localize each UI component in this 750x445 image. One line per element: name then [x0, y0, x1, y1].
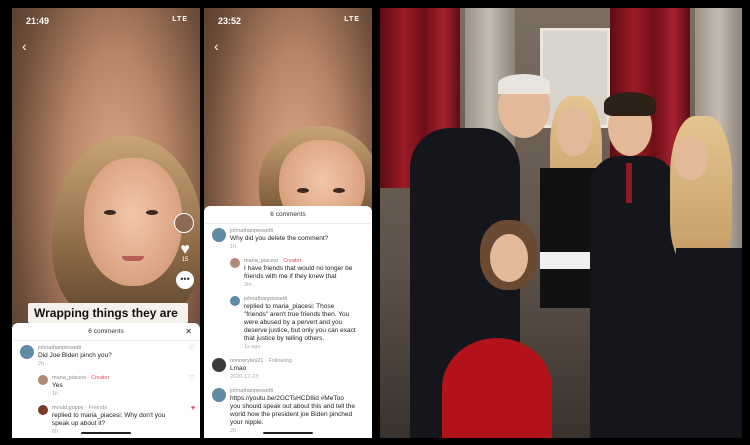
home-indicator	[81, 432, 131, 434]
man-hair	[498, 74, 550, 94]
comment-text: Yes	[52, 382, 63, 389]
heart-outline-icon[interactable]: ♡	[189, 345, 195, 353]
comment-user[interactable]: noonerytes21	[230, 358, 263, 364]
event-photo	[380, 8, 742, 438]
comment-item[interactable]: johnathanpessetti replied to maria_piace…	[204, 292, 372, 354]
comment-item[interactable]: maria_piacesi · Creator Yes 1h ♡	[12, 371, 200, 401]
comments-count: 6 comments	[270, 211, 306, 218]
comments-header: 6 comments ✕	[12, 323, 200, 341]
comment-text: I have friends that would no longer be f…	[244, 265, 353, 280]
comment-text: https://youtu.be/2GCTsHCD8id #MeToo you …	[230, 395, 356, 426]
comment-text: Did Joe Biden pinch you?	[38, 352, 112, 359]
avatar[interactable]	[38, 405, 48, 415]
signal-indicator: LTE	[344, 16, 360, 23]
comment-text: Why did you delete the comment?	[230, 235, 329, 242]
comment-text: Lmao	[230, 365, 247, 372]
status-time: 21:49	[26, 16, 50, 26]
status-time: 23:52	[218, 16, 242, 26]
comment-user[interactable]: johnathanpessetti	[38, 345, 81, 351]
child-face	[490, 234, 528, 282]
comment-item[interactable]: johnathanpessetti https://youtu.be/2GCTs…	[204, 384, 372, 438]
comment-user[interactable]: mould.guppy	[52, 405, 84, 411]
avatar[interactable]	[212, 388, 226, 402]
heart-outline-icon[interactable]: ♡	[189, 375, 195, 383]
avatar[interactable]	[212, 228, 226, 242]
tiktok-screenshot-right: 23:52 LTE ‹ 6 comments johnathanpessetti…	[204, 8, 372, 438]
comment-user[interactable]: johnathanpessetti	[244, 296, 287, 302]
comments-sheet: 6 comments ✕ johnathanpessetti Did Joe B…	[12, 323, 200, 438]
status-bar: 23:52 LTE	[204, 16, 372, 30]
comment-item[interactable]: johnathanpessetti Did Joe Biden pinch yo…	[12, 341, 200, 371]
comments-sheet: 6 comments johnathanpessetti Why did you…	[204, 206, 372, 438]
signal-indicator: LTE	[172, 16, 188, 23]
boy-tie	[626, 163, 632, 203]
comment-date: 2020-12-23	[230, 374, 259, 380]
avatar[interactable]	[230, 258, 240, 268]
comment-user[interactable]: johnathanpessetti	[230, 228, 273, 234]
comment-item[interactable]: johnathanpessetti Why did you delete the…	[204, 224, 372, 254]
tiktok-screenshot-left: 21:49 LTE ‹ ♥ 15 ••• Wrapping things the…	[12, 8, 200, 438]
creator-tag: · Creator	[87, 375, 110, 381]
like-count: 15	[181, 257, 189, 263]
friends-tag: · Friends	[85, 405, 108, 411]
comment-date: 1h	[230, 244, 237, 250]
comment-date: 1s ago	[244, 344, 261, 350]
comment-text: replied to maria_piacesi: Those "friends…	[244, 303, 356, 342]
back-arrow-icon[interactable]: ‹	[214, 38, 219, 54]
comment-date: 2m	[244, 282, 252, 288]
blonde-woman-hair	[670, 116, 732, 266]
red-dress	[442, 338, 552, 438]
comment-item[interactable]: noonerytes21 · Following Lmao 2020-12-23	[204, 354, 372, 384]
creator-tag: · Creator	[279, 258, 302, 264]
close-icon[interactable]: ✕	[185, 323, 192, 341]
comment-text: replied to maria_piacesi: Why don't you …	[52, 412, 166, 427]
avatar[interactable]	[38, 375, 48, 385]
composite-image: 21:49 LTE ‹ ♥ 15 ••• Wrapping things the…	[0, 0, 750, 445]
avatar[interactable]	[230, 296, 240, 306]
boy-suit	[590, 156, 676, 438]
comment-user[interactable]: maria_piacesi	[244, 258, 278, 264]
comments-count: 6 comments	[88, 328, 124, 335]
comment-date: 1h	[52, 391, 59, 397]
heart-filled-icon[interactable]: ♥	[191, 405, 195, 413]
comment-date: 2h	[38, 361, 45, 367]
blonde-woman-face	[674, 136, 708, 180]
back-arrow-icon[interactable]: ‹	[22, 38, 27, 54]
more-icon[interactable]: •••	[176, 271, 194, 289]
comment-item[interactable]: maria_piacesi · Creator I have friends t…	[204, 254, 372, 292]
boy-hair	[604, 92, 656, 116]
comment-user[interactable]: johnathanpessetti	[230, 388, 273, 394]
blonde-woman-dress	[676, 248, 742, 438]
comments-header: 6 comments	[204, 206, 372, 224]
status-bar: 21:49 LTE	[12, 16, 200, 30]
caption-banner: Wrapping things they are	[28, 303, 188, 323]
woman-face	[556, 106, 592, 156]
heart-icon[interactable]: ♥	[174, 242, 196, 258]
creator-avatar[interactable]	[174, 213, 194, 233]
girl-face	[84, 158, 182, 286]
avatar[interactable]	[20, 345, 34, 359]
following-tag: · Following	[265, 358, 292, 364]
side-actions: ♥ 15 •••	[174, 213, 196, 289]
comment-user[interactable]: maria_piacesi	[52, 375, 86, 381]
home-indicator	[263, 432, 313, 434]
avatar[interactable]	[212, 358, 226, 372]
